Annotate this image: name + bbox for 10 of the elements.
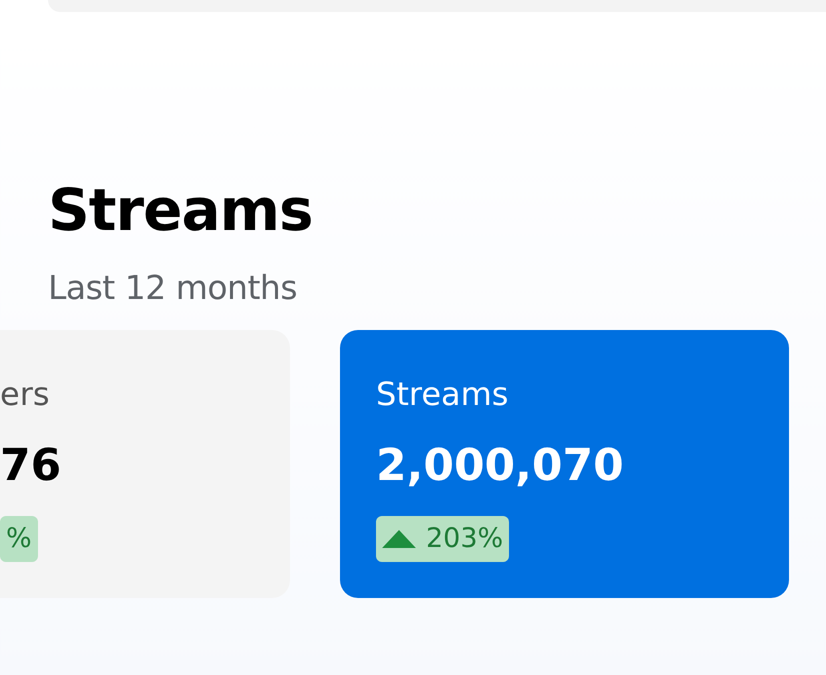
- change-percent: 203%: [426, 522, 504, 556]
- stat-card[interactable]: Streams 2,000,070 203%: [340, 330, 789, 598]
- stat-value: 76: [0, 440, 62, 492]
- stat-label: ers: [0, 374, 51, 414]
- section-title: Streams: [48, 175, 314, 246]
- change-percent: %: [6, 522, 32, 556]
- stat-card[interactable]: ers 76 %: [0, 330, 290, 598]
- period-label: Last 12 months: [48, 267, 298, 309]
- stat-label: Streams: [376, 374, 510, 414]
- stat-value: 2,000,070: [376, 440, 625, 492]
